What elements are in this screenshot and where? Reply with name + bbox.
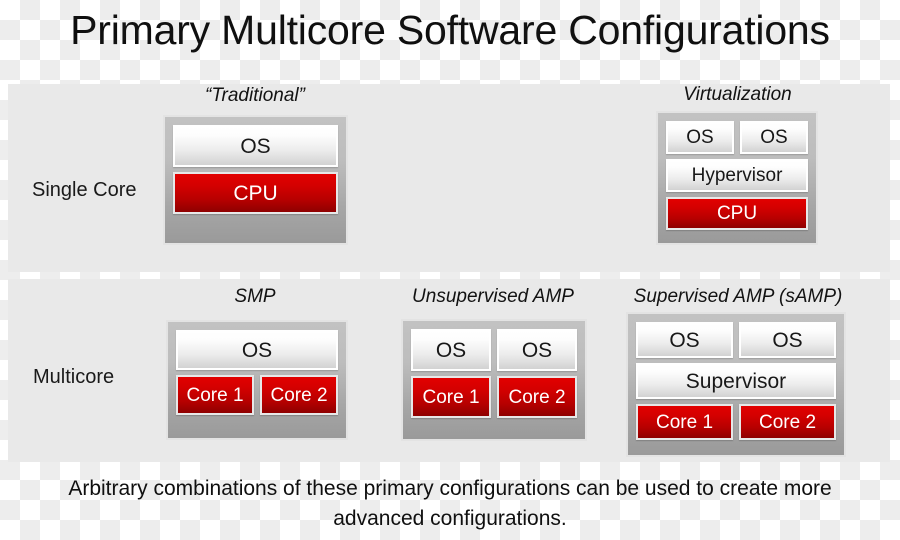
layer-row: Core 1 Core 2 [411,376,577,418]
layer-cell-os: OS [173,125,338,167]
layer-row: Supervisor [636,363,836,399]
config-block-smp: OS Core 1 Core 2 [166,320,348,440]
footer-line-1: Arbitrary combinations of these primary … [68,477,832,500]
layer-row: OS OS [411,329,577,371]
row-label-single-core: Single Core [32,179,137,201]
layer-cell-core-2: Core 2 [497,376,577,418]
layer-cell-os: OS [176,330,338,370]
block-caption-virtualization: Virtualization [683,84,792,105]
layer-cell-core-1: Core 1 [636,404,733,440]
block-caption-traditional: “Traditional” [205,85,305,106]
block-caption-supervised-amp: Supervised AMP (sAMP) [633,286,843,307]
row-label-multicore: Multicore [33,366,115,388]
layer-row: Core 1 Core 2 [636,404,836,440]
layer-cell-cpu: CPU [666,197,808,230]
layer-cell-os: OS [497,329,577,371]
layer-cell-core-2: Core 2 [739,404,836,440]
page-title: Primary Multicore Software Configuration… [70,7,830,53]
layer-cell-os: OS [666,121,734,154]
layer-cell-core-1: Core 1 [176,375,254,415]
layer-row: OS OS [636,322,836,358]
config-block-virtualization: OS OS Hypervisor CPU [656,111,818,245]
config-block-unsupervised-amp: OS OS Core 1 Core 2 [401,319,587,441]
layer-cell-supervisor: Supervisor [636,363,836,399]
layer-row: OS [173,125,338,167]
layer-cell-cpu: CPU [173,172,338,214]
layer-cell-core-2: Core 2 [260,375,338,415]
config-block-supervised-amp: OS OS Supervisor Core 1 Core 2 [626,312,846,457]
layer-cell-os: OS [740,121,808,154]
footer-note: Arbitrary combinations of these primary … [0,474,900,534]
layer-row: CPU [666,197,808,230]
config-block-traditional: OS CPU [163,115,348,245]
layer-row: OS [176,330,338,370]
layer-cell-os: OS [636,322,733,358]
layer-cell-os: OS [411,329,491,371]
layer-cell-os: OS [739,322,836,358]
footer-line-2: advanced configurations. [333,507,567,530]
layer-cell-core-1: Core 1 [411,376,491,418]
block-caption-smp: SMP [234,286,276,307]
layer-row: CPU [173,172,338,214]
layer-row: OS OS [666,121,808,154]
layer-row: Core 1 Core 2 [176,375,338,415]
layer-cell-hypervisor: Hypervisor [666,159,808,192]
layer-row: Hypervisor [666,159,808,192]
block-caption-unsupervised-amp: Unsupervised AMP [412,286,574,307]
